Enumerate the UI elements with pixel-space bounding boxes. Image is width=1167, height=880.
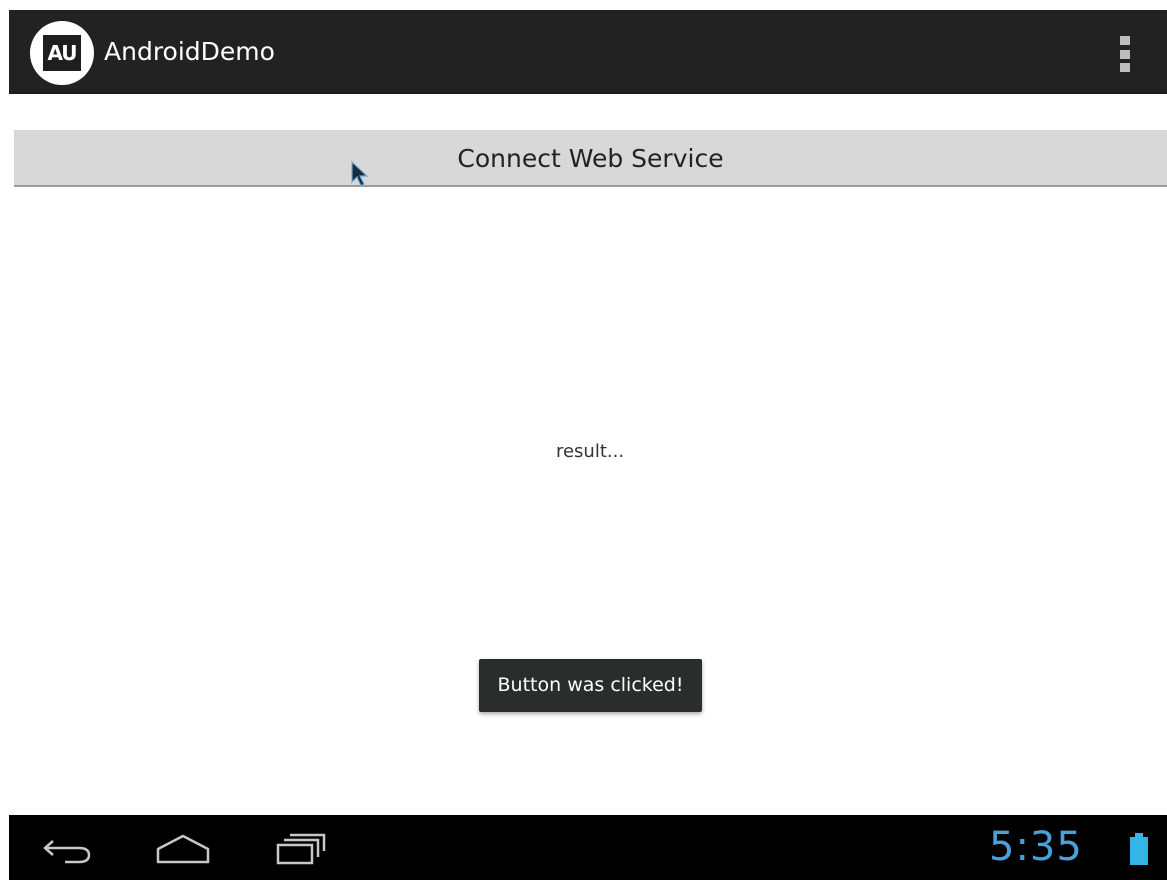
navigation-bar: 5:35 — [9, 815, 1167, 880]
action-bar: AU AndroidDemo — [9, 10, 1167, 94]
back-icon[interactable] — [41, 831, 93, 867]
status-clock: 5:35 — [989, 824, 1083, 870]
overflow-dot — [1120, 36, 1130, 45]
recents-icon[interactable] — [274, 831, 328, 867]
overflow-dot — [1120, 49, 1130, 59]
app-logo-text: AU — [43, 35, 81, 71]
overflow-menu-icon[interactable] — [1120, 36, 1132, 72]
mouse-cursor-icon — [351, 160, 369, 187]
overflow-dot — [1120, 63, 1130, 72]
toast-message: Button was clicked! — [479, 659, 702, 712]
result-text: result... — [555, 441, 625, 462]
app-title: AndroidDemo — [104, 37, 275, 66]
app-logo-icon[interactable]: AU — [30, 21, 94, 85]
connect-web-service-button[interactable]: Connect Web Service — [14, 130, 1167, 187]
battery-icon — [1130, 833, 1148, 865]
home-icon[interactable] — [155, 831, 211, 867]
android-screen: AU AndroidDemo Connect Web Service resul… — [0, 0, 1167, 880]
